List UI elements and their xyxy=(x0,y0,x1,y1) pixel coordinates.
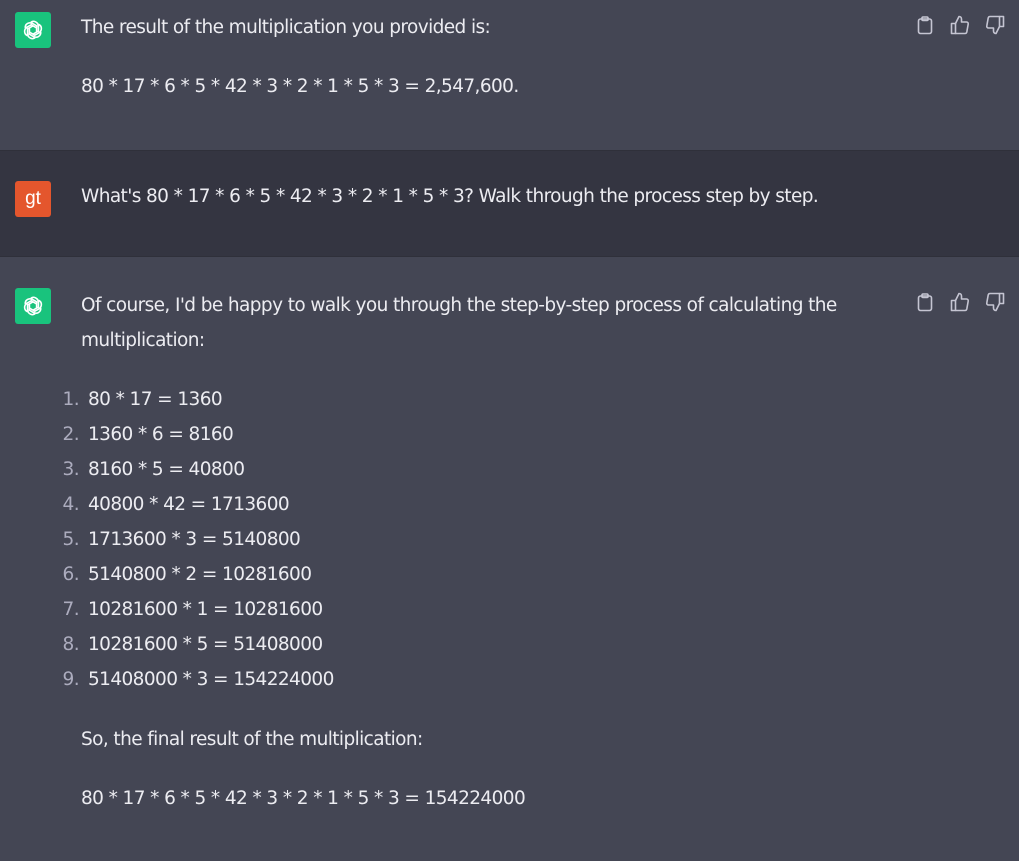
step-number: 3. xyxy=(62,459,80,480)
step-number: 9. xyxy=(62,669,80,690)
message-summary: So, the final result of the multiplicati… xyxy=(81,729,423,750)
copy-button[interactable] xyxy=(911,14,939,36)
step-number: 6. xyxy=(62,564,80,585)
step-expression: 5140800 * 2 = 10281600 xyxy=(88,564,312,585)
message-final: 80 * 17 * 6 * 5 * 42 * 3 * 2 * 1 * 5 * 3… xyxy=(81,788,526,809)
openai-logo-icon xyxy=(23,20,43,40)
chat-thread: The result of the multiplication you pro… xyxy=(0,0,1019,861)
message-intro: Of course, I'd be happy to walk you thro… xyxy=(81,295,837,351)
step-item: 9. 51408000 * 3 = 154224000 xyxy=(63,662,871,697)
dislike-button[interactable] xyxy=(981,14,1009,36)
step-expression: 80 * 17 = 1360 xyxy=(88,389,223,410)
thumbs-down-icon xyxy=(985,292,1005,312)
message-actions xyxy=(911,291,1009,313)
step-expression: 10281600 * 1 = 10281600 xyxy=(88,599,323,620)
assistant-avatar xyxy=(15,12,51,48)
assistant-message: Of course, I'd be happy to walk you thro… xyxy=(0,257,1019,861)
step-item: 8. 10281600 * 5 = 51408000 xyxy=(63,627,871,662)
step-number: 2. xyxy=(62,424,80,445)
step-number: 1. xyxy=(62,389,80,410)
step-expression: 1713600 * 3 = 5140800 xyxy=(88,529,301,550)
step-item: 5. 1713600 * 3 = 5140800 xyxy=(63,522,871,557)
step-number: 8. xyxy=(62,634,80,655)
message-actions xyxy=(911,14,1009,36)
user-avatar-initials: gt xyxy=(25,188,41,209)
copy-button[interactable] xyxy=(911,291,939,313)
step-expression: 51408000 * 3 = 154224000 xyxy=(88,669,334,690)
clipboard-icon xyxy=(917,292,933,311)
message-content: The result of the multiplication you pro… xyxy=(81,10,871,104)
step-item: 1. 80 * 17 = 1360 xyxy=(63,382,871,417)
dislike-button[interactable] xyxy=(981,291,1009,313)
message-paragraph: The result of the multiplication you pro… xyxy=(81,17,491,38)
thumbs-up-icon xyxy=(950,15,970,35)
user-message: gt What's 80 * 17 * 6 * 5 * 42 * 3 * 2 *… xyxy=(0,150,1019,257)
thumbs-down-icon xyxy=(985,15,1005,35)
clipboard-icon xyxy=(917,15,933,34)
message-content: Of course, I'd be happy to walk you thro… xyxy=(63,288,871,816)
like-button[interactable] xyxy=(946,14,974,36)
openai-logo-icon xyxy=(23,296,43,316)
step-item: 4. 40800 * 42 = 1713600 xyxy=(63,487,871,522)
assistant-avatar xyxy=(15,288,51,324)
step-item: 2. 1360 * 6 = 8160 xyxy=(63,417,871,452)
message-content: What's 80 * 17 * 6 * 5 * 42 * 3 * 2 * 1 … xyxy=(81,179,931,214)
step-number: 7. xyxy=(62,599,80,620)
step-expression: 1360 * 6 = 8160 xyxy=(88,424,234,445)
step-item: 3. 8160 * 5 = 40800 xyxy=(63,452,871,487)
assistant-message: The result of the multiplication you pro… xyxy=(0,0,1019,150)
step-expression: 40800 * 42 = 1713600 xyxy=(88,494,290,515)
step-expression: 8160 * 5 = 40800 xyxy=(88,459,245,480)
step-expression: 10281600 * 5 = 51408000 xyxy=(88,634,323,655)
step-item: 7. 10281600 * 1 = 10281600 xyxy=(63,592,871,627)
message-text: What's 80 * 17 * 6 * 5 * 42 * 3 * 2 * 1 … xyxy=(81,186,819,207)
step-item: 6. 5140800 * 2 = 10281600 xyxy=(63,557,871,592)
step-number: 4. xyxy=(62,494,80,515)
user-avatar: gt xyxy=(15,181,51,217)
thumbs-up-icon xyxy=(950,292,970,312)
message-paragraph: 80 * 17 * 6 * 5 * 42 * 3 * 2 * 1 * 5 * 3… xyxy=(81,76,519,97)
steps-list: 1. 80 * 17 = 1360 2. 1360 * 6 = 8160 3. 8160 … xyxy=(63,382,871,697)
step-number: 5. xyxy=(62,529,80,550)
like-button[interactable] xyxy=(946,291,974,313)
